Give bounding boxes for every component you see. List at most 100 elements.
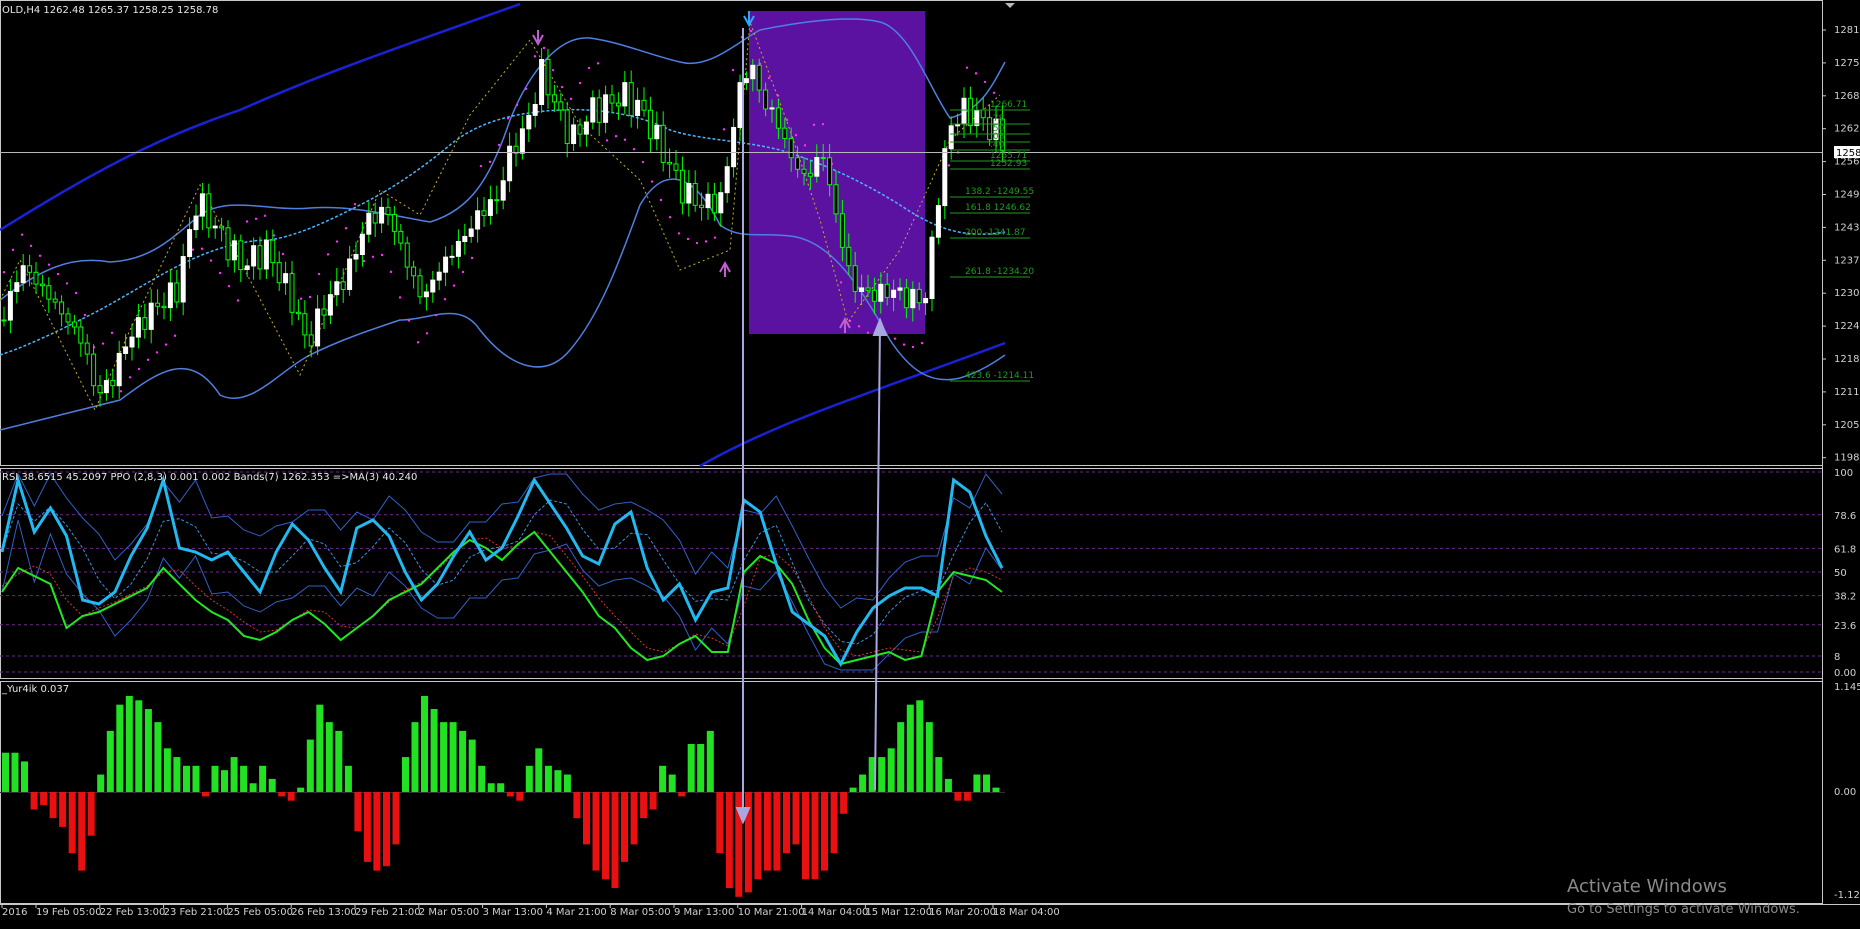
candle-body: [263, 239, 269, 270]
sar-dot: [677, 232, 681, 235]
sar-dot: [389, 270, 393, 274]
sar-dot: [551, 68, 555, 72]
sar-dot: [65, 282, 69, 285]
candle-body: [71, 321, 77, 328]
sar-dot: [137, 367, 141, 371]
candle-body: [577, 124, 583, 135]
histogram-bar: [106, 730, 114, 792]
histogram-bar: [59, 792, 67, 827]
sar-dot: [821, 122, 825, 126]
price-axis-label: 1211.: [1834, 387, 1860, 398]
candle-body: [174, 282, 180, 303]
histogram-bar: [849, 787, 857, 793]
sar-dot: [569, 97, 573, 101]
sar-dot: [605, 139, 609, 142]
sar-dot: [533, 55, 537, 58]
histogram-bar: [802, 792, 809, 880]
candle-body: [654, 124, 660, 140]
time-axis-label: 22 Feb 13:00: [100, 907, 166, 918]
sar-dot: [992, 91, 996, 94]
candle-body: [417, 275, 423, 298]
sar-dot: [479, 164, 483, 168]
time-axis-label: 25 Feb 05:00: [227, 907, 293, 918]
candle-body: [980, 109, 986, 119]
histogram-bar: [535, 748, 543, 793]
sar-dot: [506, 117, 510, 120]
candle-body: [699, 204, 705, 209]
sar-dot: [722, 128, 726, 131]
price-axis-label: 1243.: [1834, 222, 1860, 233]
sar-dot: [470, 256, 474, 260]
histogram-bar: [687, 743, 695, 792]
candle-body: [532, 103, 538, 116]
trading-chart-window[interactable]: 1266.71.78.50.03.401255.711252.93138.2 -…: [0, 0, 1860, 929]
histogram-bar: [344, 765, 352, 792]
time-axis-label: 2016: [2, 907, 27, 918]
candle-body: [142, 317, 148, 330]
fib-level-label: .40: [990, 140, 1005, 150]
histogram-bar: [573, 792, 581, 819]
price-axis-label: 1230.: [1834, 288, 1860, 299]
histogram-bar: [954, 792, 962, 801]
candle-body: [359, 233, 365, 256]
candle-body: [897, 287, 903, 291]
candle-body: [110, 380, 116, 387]
sar-dot: [587, 66, 591, 70]
candle-body: [839, 213, 845, 248]
candle-body: [743, 78, 749, 84]
candle-body: [686, 182, 692, 204]
histogram-bar: [706, 730, 714, 792]
histogram-bar: [725, 792, 733, 889]
histogram-bar: [373, 792, 381, 871]
histogram-bar: [887, 748, 895, 793]
candle-body: [340, 281, 346, 290]
sar-dot: [47, 263, 51, 266]
candle-body: [212, 225, 218, 229]
histogram-bar: [611, 792, 619, 889]
histogram-bar: [754, 792, 762, 880]
time-axis-label: 3 Mar 13:00: [483, 907, 543, 918]
candle-body: [327, 294, 333, 316]
sar-dot: [902, 343, 906, 346]
sar-dot: [209, 259, 213, 262]
histogram-bar: [135, 700, 143, 792]
sar-dot: [749, 29, 753, 33]
histogram-bar: [49, 792, 57, 819]
histogram-bar: [516, 792, 524, 801]
sar-dot: [353, 202, 357, 206]
candle-body: [347, 258, 353, 290]
sar-dot: [920, 341, 924, 345]
current-price-label: 1258.: [1836, 148, 1860, 159]
candle-body: [590, 97, 596, 123]
sar-dot: [227, 285, 231, 288]
candle-body: [462, 235, 468, 242]
histogram-bar: [230, 757, 238, 792]
histogram-bar: [87, 792, 95, 836]
candle-body: [238, 240, 244, 270]
histogram-bar: [621, 792, 628, 862]
histogram-bar: [468, 739, 476, 792]
candle-body: [833, 184, 839, 215]
candle-body: [308, 334, 314, 347]
candle-body: [961, 97, 967, 125]
candle-body: [270, 239, 276, 264]
candle-body: [20, 265, 26, 284]
candle-body: [564, 109, 570, 145]
candle-body: [443, 256, 449, 273]
histogram-bar: [249, 783, 257, 792]
candle-body: [622, 82, 628, 107]
candle-body: [475, 210, 481, 230]
histogram-bar: [630, 792, 638, 845]
sar-dot: [2, 270, 6, 274]
sar-dot: [866, 331, 870, 334]
candle-body: [353, 254, 359, 260]
sar-dot: [812, 123, 816, 127]
sar-dot: [380, 253, 384, 257]
rsi-axis-label: 23.6: [1834, 621, 1856, 632]
time-axis-label: 8 Mar 05:00: [610, 907, 670, 918]
candle-body: [929, 236, 935, 299]
candle-body: [782, 127, 788, 140]
candle-body: [59, 301, 65, 315]
histogram-bar: [21, 761, 28, 793]
sar-dot: [560, 85, 564, 89]
